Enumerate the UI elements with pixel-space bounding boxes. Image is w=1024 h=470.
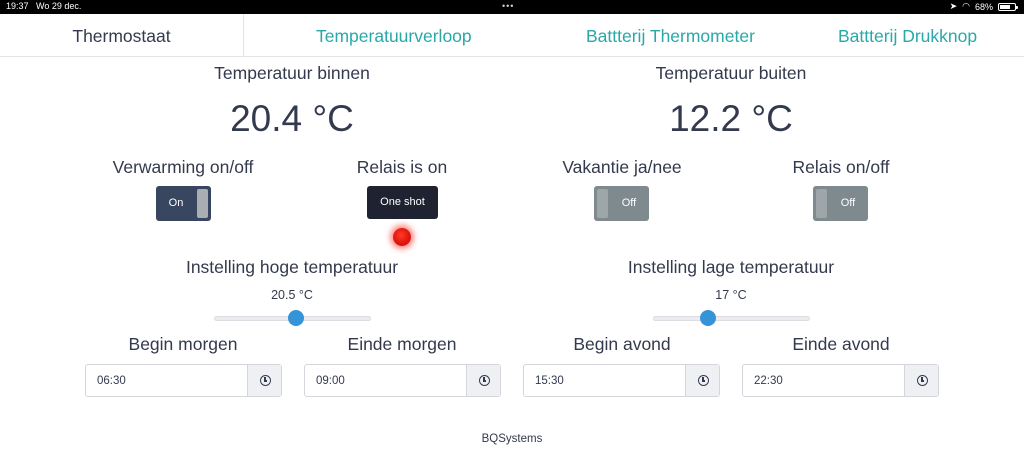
- battery-fill: [1000, 4, 1010, 9]
- begin-morning-value: 06:30: [97, 375, 126, 387]
- tab-batterij-thermometer[interactable]: Battterij Thermometer: [586, 14, 755, 57]
- end-morning-input[interactable]: 09:00: [304, 364, 501, 397]
- time-picker-button[interactable]: [247, 365, 281, 396]
- one-shot-button[interactable]: One shot: [367, 186, 438, 219]
- outdoor-temp-label: Temperatuur buiten: [655, 63, 807, 83]
- vacation-toggle-text: Off: [621, 197, 637, 209]
- end-evening-label: Einde avond: [792, 334, 890, 354]
- end-morning-value: 09:00: [316, 375, 345, 387]
- time-picker-button[interactable]: [904, 365, 938, 396]
- relay-toggle-text: Off: [840, 197, 856, 209]
- end-evening-value: 22:30: [754, 375, 783, 387]
- heating-toggle[interactable]: On: [156, 186, 211, 221]
- status-date: Wo 29 dec.: [36, 1, 82, 11]
- vacation-toggle[interactable]: Off: [594, 186, 649, 221]
- relay-led-indicator: [393, 228, 411, 246]
- clock-icon: [917, 375, 928, 386]
- end-evening-input[interactable]: 22:30: [742, 364, 939, 397]
- outdoor-temp-value: 12.2 °C: [669, 98, 793, 139]
- status-bar: 19:37 Wo 29 dec. ••• ➤ ◠ 68%: [0, 0, 1024, 14]
- multitask-dots-icon[interactable]: •••: [502, 1, 514, 11]
- clock-icon: [260, 375, 271, 386]
- time-picker-button[interactable]: [685, 365, 719, 396]
- toggle-knob: [597, 189, 608, 218]
- location-arrow-icon: ➤: [949, 1, 958, 11]
- high-temp-value: 20.5 °C: [271, 288, 313, 302]
- begin-evening-input[interactable]: 15:30: [523, 364, 720, 397]
- battery-icon: [998, 2, 1018, 11]
- low-temp-slider[interactable]: [653, 310, 810, 326]
- tab-temperatuurverloop[interactable]: Temperatuurverloop: [316, 14, 472, 57]
- indoor-temp-label: Temperatuur binnen: [214, 63, 370, 83]
- high-temp-slider[interactable]: [214, 310, 371, 326]
- slider-track: [653, 316, 810, 321]
- wifi-icon: ◠: [962, 1, 970, 11]
- heating-label: Verwarming on/off: [112, 157, 254, 177]
- toggle-knob: [816, 189, 827, 218]
- battery-percent: 68%: [974, 1, 993, 12]
- status-time: 19:37: [6, 1, 29, 11]
- tab-batterij-drukknop[interactable]: Battterij Drukknop: [838, 14, 977, 57]
- heating-toggle-text: On: [168, 197, 184, 209]
- clock-icon: [479, 375, 490, 386]
- toggle-knob: [197, 189, 208, 218]
- end-morning-label: Einde morgen: [347, 334, 457, 354]
- clock-icon: [698, 375, 709, 386]
- high-temp-label: Instelling hoge temperatuur: [185, 257, 399, 277]
- begin-evening-value: 15:30: [535, 375, 564, 387]
- footer-brand: BQSystems: [481, 433, 543, 445]
- relay-label: Relais on/off: [792, 157, 890, 177]
- tab-bar: Thermostaat Temperatuurverloop Battterij…: [0, 14, 1024, 57]
- status-right: ➤ ◠ 68%: [949, 1, 1018, 12]
- low-temp-value: 17 °C: [715, 288, 747, 302]
- relay-status-label: Relais is on: [356, 157, 448, 177]
- time-picker-button[interactable]: [466, 365, 500, 396]
- relay-toggle[interactable]: Off: [813, 186, 868, 221]
- indoor-temp-value: 20.4 °C: [230, 98, 354, 139]
- begin-evening-label: Begin avond: [573, 334, 671, 354]
- begin-morning-input[interactable]: 06:30: [85, 364, 282, 397]
- vacation-label: Vakantie ja/nee: [562, 157, 682, 177]
- slider-thumb[interactable]: [287, 310, 304, 326]
- tab-thermostaat[interactable]: Thermostaat: [0, 14, 244, 57]
- begin-morning-label: Begin morgen: [128, 334, 238, 354]
- low-temp-label: Instelling lage temperatuur: [627, 257, 835, 277]
- slider-thumb[interactable]: [699, 310, 716, 326]
